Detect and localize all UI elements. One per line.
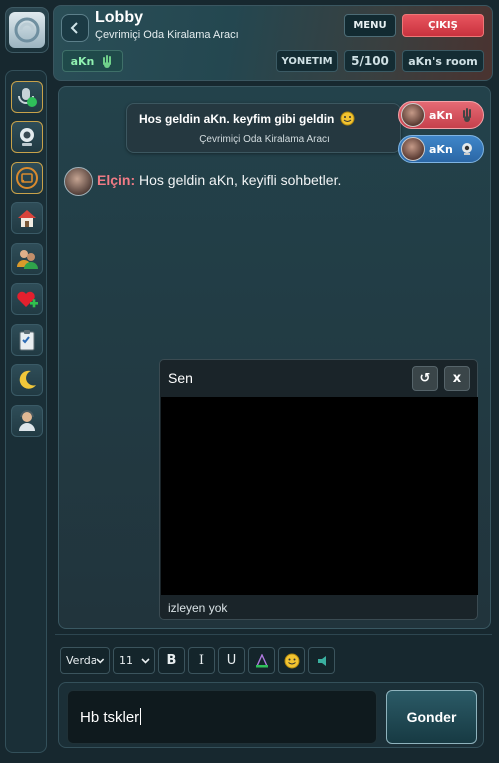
refresh-button[interactable]: ↺ bbox=[412, 366, 438, 391]
heart-plus-icon bbox=[17, 291, 38, 308]
close-icon: x bbox=[452, 371, 462, 386]
smiley-icon bbox=[340, 111, 355, 126]
page-title: Lobby bbox=[95, 9, 143, 26]
menu-button[interactable]: MENU bbox=[344, 14, 396, 37]
user-chip-name: aKn bbox=[429, 108, 453, 122]
home-button[interactable] bbox=[11, 202, 43, 234]
font-size-value: 11 bbox=[119, 654, 133, 667]
message-author[interactable]: Elçin: bbox=[97, 172, 135, 188]
home-icon bbox=[18, 210, 36, 227]
chevron-left-icon bbox=[70, 22, 78, 34]
user-count: 5/100 bbox=[344, 50, 396, 72]
chevron-down-icon bbox=[141, 658, 150, 664]
user-chip-name: aKn bbox=[429, 142, 453, 156]
user-chip-akn-red[interactable]: aKn bbox=[398, 101, 484, 129]
room-name[interactable]: aKn's room bbox=[402, 50, 484, 72]
chat-area[interactable]: Hos geldin aKn. keyfim gibi geldin Çevri… bbox=[58, 86, 491, 629]
message-text: Hos geldin aKn, keyifli sohbetler. bbox=[139, 172, 342, 188]
current-user-badge[interactable]: aKn bbox=[62, 50, 123, 72]
users-button[interactable] bbox=[11, 243, 43, 275]
sidebar bbox=[5, 70, 47, 753]
sound-button[interactable] bbox=[308, 647, 335, 674]
night-mode-button[interactable] bbox=[11, 364, 43, 396]
chat-message: Elçin: Hos geldin aKn, keyifli sohbetler… bbox=[97, 172, 341, 188]
back-button[interactable] bbox=[61, 14, 89, 42]
color-palette-icon bbox=[255, 653, 268, 667]
emoji-button[interactable] bbox=[278, 647, 305, 674]
close-button[interactable]: x bbox=[444, 366, 470, 391]
webcam-icon bbox=[20, 128, 34, 146]
users-icon bbox=[17, 250, 38, 269]
message-input[interactable]: Hb tskler bbox=[67, 690, 377, 744]
speaker-icon bbox=[317, 655, 326, 666]
welcome-message: Hos geldin aKn. keyfim gibi geldin Çevri… bbox=[126, 103, 401, 153]
clipboard-button[interactable] bbox=[11, 324, 43, 356]
support-button[interactable] bbox=[11, 405, 43, 437]
video-panel[interactable]: Sen ↺ x izleyen yok bbox=[159, 359, 478, 620]
video-stream bbox=[161, 397, 478, 595]
hand-mic-icon bbox=[18, 88, 37, 107]
send-button[interactable]: Gonder bbox=[386, 690, 477, 744]
moon-icon bbox=[19, 370, 36, 389]
page-subtitle: Çevrimiçi Oda Kiralama Aracı bbox=[95, 29, 239, 41]
chevron-down-icon bbox=[96, 658, 105, 664]
avatar bbox=[401, 137, 425, 161]
favorites-button[interactable] bbox=[11, 283, 43, 315]
room-header: Lobby Çevrimiçi Oda Kiralama Aracı MENU … bbox=[53, 5, 493, 81]
font-select-value: Verdana bbox=[66, 654, 97, 667]
admin-button[interactable]: YONETIM bbox=[276, 50, 338, 72]
hand-mic-button[interactable] bbox=[11, 81, 43, 113]
avatar[interactable] bbox=[64, 167, 93, 196]
cast-button[interactable] bbox=[11, 162, 43, 194]
font-select[interactable]: Verdana bbox=[60, 647, 110, 674]
clipboard-icon bbox=[19, 330, 35, 351]
current-user-name: aKn bbox=[70, 54, 95, 68]
webcam-icon bbox=[461, 143, 472, 155]
exit-button[interactable]: ÇIKIŞ bbox=[402, 14, 484, 37]
underline-button[interactable]: U bbox=[218, 647, 245, 674]
viewer-status: izleyen yok bbox=[168, 601, 228, 615]
format-toolbar: Verdana 11 B I U bbox=[55, 634, 492, 676]
message-input-value: Hb tskler bbox=[80, 709, 140, 726]
welcome-main-text: Hos geldin aKn. keyfim gibi geldin bbox=[139, 112, 335, 126]
font-size-select[interactable]: 11 bbox=[113, 647, 155, 674]
text-caret bbox=[140, 708, 142, 725]
refresh-icon: ↺ bbox=[419, 371, 431, 386]
message-composer: Hb tskler Gonder bbox=[58, 682, 484, 748]
video-title: Sen bbox=[168, 370, 193, 386]
bold-button[interactable]: B bbox=[158, 647, 185, 674]
agent-icon bbox=[19, 410, 35, 431]
italic-button[interactable]: I bbox=[188, 647, 215, 674]
smiley-icon bbox=[284, 653, 299, 668]
welcome-text: Hos geldin aKn. keyfim gibi geldin bbox=[139, 111, 355, 126]
hand-raise-icon bbox=[462, 108, 471, 122]
cast-icon bbox=[16, 167, 38, 189]
webcam-button[interactable] bbox=[11, 121, 43, 153]
text-color-button[interactable] bbox=[248, 647, 275, 674]
app-logo[interactable] bbox=[5, 7, 49, 53]
hand-raise-icon bbox=[103, 55, 112, 68]
avatar bbox=[401, 103, 425, 127]
logo-icon bbox=[9, 12, 45, 48]
user-chip-akn-blue[interactable]: aKn bbox=[398, 135, 484, 163]
welcome-subtext: Çevrimiçi Oda Kiralama Aracı bbox=[199, 134, 330, 145]
